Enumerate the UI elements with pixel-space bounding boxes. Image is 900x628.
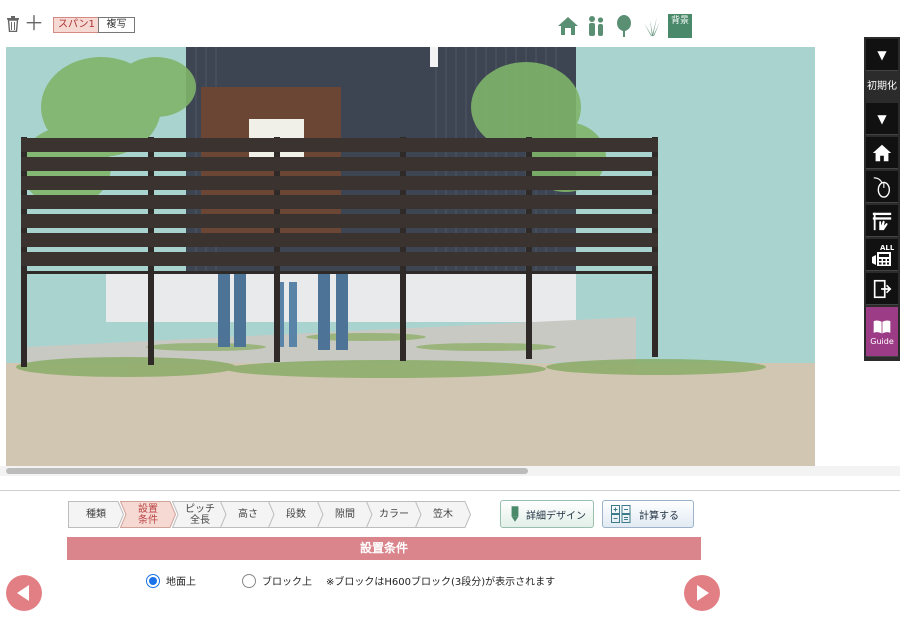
step-label: 笠木 <box>433 509 453 520</box>
step-gap[interactable]: 隙間 <box>317 501 373 528</box>
step-label: 種類 <box>86 509 106 520</box>
all-label: ALL <box>880 244 894 252</box>
detail-design-label: 詳細デザイン <box>526 510 586 522</box>
scrollbar-thumb[interactable] <box>6 468 528 474</box>
block-option-label: ブロック上 <box>262 577 312 588</box>
section-title: 設置条件 <box>67 537 701 560</box>
step-label: 隙間 <box>335 509 355 520</box>
ground-plants <box>16 357 766 378</box>
app-root: ＋ スパン1 複写 背景 ▼ 初期化 ▼ ALL Guide 種類 設置 条件 … <box>0 0 900 628</box>
step-type[interactable]: 種類 <box>68 501 124 528</box>
house-icon[interactable] <box>556 14 580 38</box>
background-icon[interactable]: 背景 <box>668 14 692 38</box>
guide-label: Guide <box>870 337 894 346</box>
add-span-button[interactable]: ＋ <box>24 13 44 33</box>
home-icon[interactable] <box>866 137 898 169</box>
span-tab[interactable]: スパン1 <box>53 17 100 33</box>
collapse-arrow-icon[interactable]: ▼ <box>866 39 898 71</box>
fence-boards <box>21 138 658 274</box>
ground-radio[interactable] <box>146 573 160 588</box>
block-option[interactable]: ブロック上 ※ブロックはH600ブロック(3段分)が表示されます <box>242 573 555 588</box>
people-figures <box>218 272 348 350</box>
trash-icon[interactable] <box>6 16 20 32</box>
background-label: 背景 <box>670 16 689 26</box>
ground-option-label: 地面上 <box>166 577 196 588</box>
top-toolbar: ＋ スパン1 複写 背景 <box>0 0 900 46</box>
exit-door-icon[interactable] <box>866 273 898 305</box>
calculate-label: 計算する <box>639 510 679 522</box>
right-toolbar: ▼ 初期化 ▼ ALL Guide <box>864 37 900 361</box>
fence-scene <box>6 47 815 466</box>
calculator-all-icon[interactable]: ALL <box>866 239 898 271</box>
step-label: 段数 <box>286 509 306 520</box>
step-cap-rail[interactable]: 笠木 <box>415 501 471 528</box>
tree-icon[interactable] <box>612 14 636 38</box>
block-radio[interactable] <box>242 573 256 588</box>
arrow-left-icon <box>17 585 29 601</box>
divider <box>0 490 900 491</box>
step-label: 設置 条件 <box>138 504 158 526</box>
pencil-icon <box>511 506 519 522</box>
grass-icon[interactable] <box>640 14 664 38</box>
ground <box>6 363 815 466</box>
reset-button[interactable]: 初期化 <box>864 72 900 102</box>
fence-preview-canvas[interactable] <box>6 47 815 466</box>
fence-hand-icon[interactable] <box>866 205 898 237</box>
step-label: カラー <box>379 509 409 520</box>
mouse-icon[interactable] <box>866 171 898 203</box>
calculator-icon <box>611 505 631 523</box>
horizontal-scrollbar[interactable] <box>0 466 900 476</box>
expand-arrow-icon[interactable]: ▼ <box>866 103 898 135</box>
block-note: ※ブロックはH600ブロック(3段分)が表示されます <box>326 577 556 588</box>
step-rows[interactable]: 段数 <box>268 501 324 528</box>
copy-button[interactable]: 複写 <box>98 17 135 33</box>
step-install-condition[interactable]: 設置 条件 <box>120 501 176 528</box>
step-color[interactable]: カラー <box>366 501 422 528</box>
prev-button[interactable] <box>6 575 42 611</box>
view-toggle-group: 背景 <box>556 14 692 38</box>
arrow-right-icon <box>697 585 709 601</box>
people-icon[interactable] <box>584 14 608 38</box>
guide-book-icon[interactable]: Guide <box>866 307 898 357</box>
next-button[interactable] <box>684 575 720 611</box>
detail-design-button[interactable]: 詳細デザイン <box>500 500 594 528</box>
calculate-button[interactable]: 計算する <box>602 500 694 528</box>
ground-option[interactable]: 地面上 <box>146 573 196 588</box>
